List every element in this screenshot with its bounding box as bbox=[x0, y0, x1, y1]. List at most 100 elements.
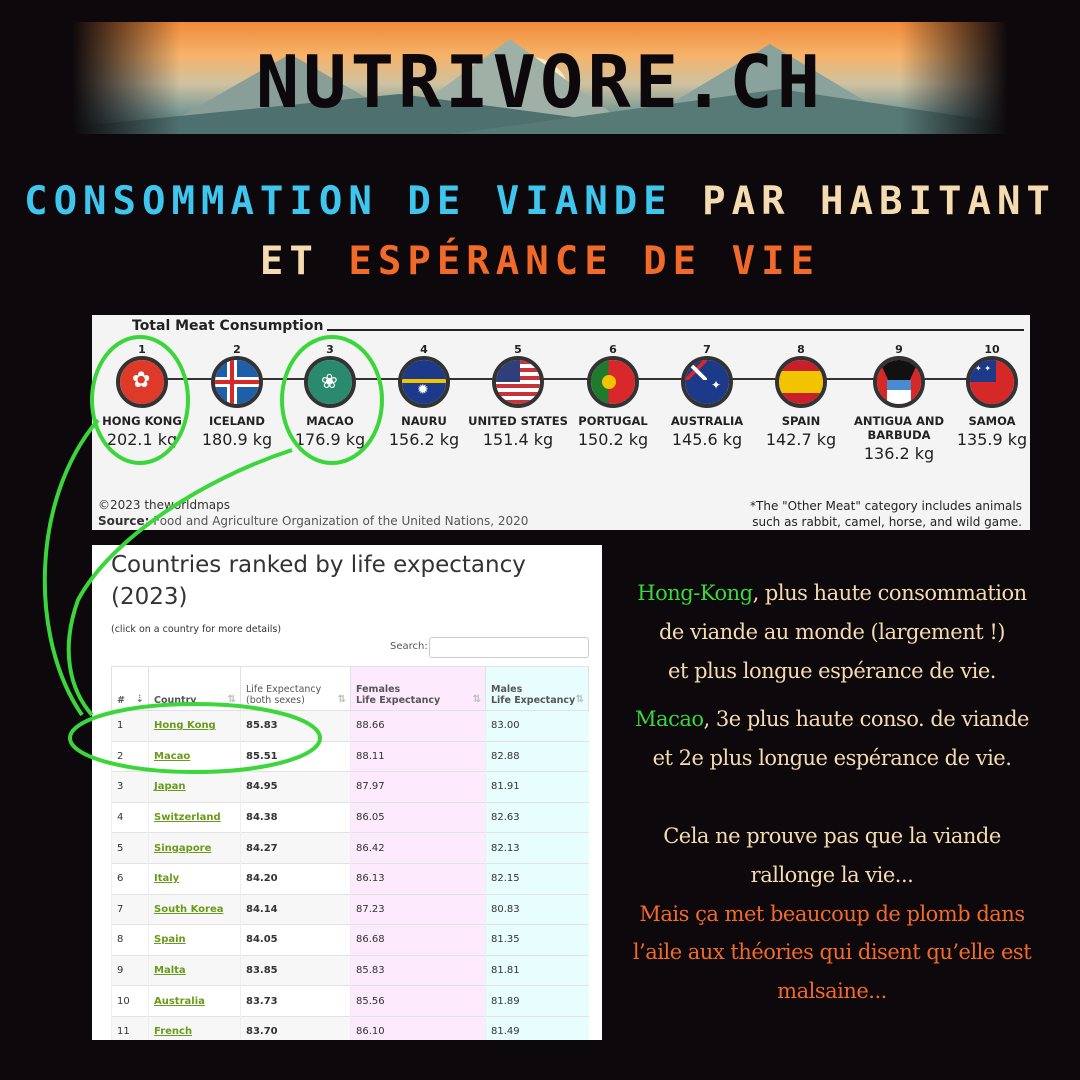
country-link[interactable]: Spain bbox=[154, 934, 186, 945]
col-country[interactable]: Country ⇅ bbox=[148, 666, 241, 711]
text: , 3e plus haute conso. de viande bbox=[703, 707, 1030, 732]
male-cell: 83.00 bbox=[485, 710, 589, 742]
both-cell: 83.70 bbox=[240, 1015, 351, 1040]
female-cell: 86.10 bbox=[350, 1015, 486, 1040]
table-row[interactable]: 8 Spain 84.05 86.68 81.35 bbox=[111, 924, 589, 956]
table-row[interactable]: 4 Switzerland 84.38 86.05 82.63 bbox=[111, 801, 589, 833]
table-row[interactable]: 2 Macao 85.51 88.11 82.88 bbox=[111, 740, 589, 772]
male-cell: 81.81 bbox=[485, 954, 589, 986]
meat-item: 4 ✹ NAURU 156.2 kg bbox=[374, 343, 474, 449]
female-cell: 87.97 bbox=[350, 771, 486, 803]
hint: (click on a country for more details) bbox=[111, 624, 282, 635]
highlight: Hong-Kong bbox=[637, 581, 753, 605]
female-cell: 88.11 bbox=[350, 740, 486, 772]
table-row[interactable]: 3 Japan 84.95 87.97 81.91 bbox=[111, 771, 589, 803]
rank: 7 bbox=[703, 343, 711, 356]
both-cell: 84.05 bbox=[240, 924, 351, 956]
col-rank[interactable]: # ⇣ bbox=[111, 666, 149, 711]
country-cell: Hong Kong bbox=[148, 710, 241, 742]
iceland-flag-icon bbox=[211, 356, 263, 408]
meat-value: 150.2 kg bbox=[577, 430, 649, 449]
male-cell: 81.89 bbox=[485, 985, 589, 1017]
rank: 8 bbox=[797, 343, 805, 356]
col-both[interactable]: Life Expectancy (both sexes) ⇅ bbox=[240, 666, 351, 711]
table-row[interactable]: 10 Australia 83.73 85.56 81.89 bbox=[111, 985, 589, 1017]
rank-cell: 5 bbox=[111, 832, 149, 864]
both-cell: 84.20 bbox=[240, 862, 351, 895]
note-line: such as rabbit, camel, horse, and wild g… bbox=[752, 515, 1022, 529]
meat-item: 6 PORTUGAL 150.2 kg bbox=[563, 343, 663, 449]
meat-value: 176.9 kg bbox=[294, 430, 366, 449]
nauru-flag-icon: ✹ bbox=[398, 356, 450, 408]
logo: NUTRIVORE.CH bbox=[255, 40, 825, 124]
country-link[interactable]: Australia bbox=[154, 996, 205, 1007]
text: et plus longue espérance de vie. bbox=[668, 658, 996, 683]
both-cell: 84.27 bbox=[240, 832, 351, 864]
table-row[interactable]: 9 Malta 83.85 85.83 81.81 bbox=[111, 954, 589, 986]
hong-kong-flag-icon: ✿ bbox=[116, 356, 168, 408]
life-table: # ⇣ Country ⇅ Life Expectancy (both sexes) ⇅… bbox=[111, 666, 589, 1040]
rank-cell: 9 bbox=[111, 954, 149, 986]
meat-title: Total Meat Consumption bbox=[132, 318, 324, 334]
country-cell: French bbox=[148, 1015, 241, 1040]
country-cell: Malta bbox=[148, 954, 241, 986]
female-cell: 86.68 bbox=[350, 924, 486, 956]
meat-value: 145.6 kg bbox=[671, 430, 743, 449]
country-link[interactable]: Japan bbox=[154, 781, 186, 792]
col-males[interactable]: Males Life Expectancy ⇅ bbox=[485, 666, 589, 711]
meat-value: 142.7 kg bbox=[765, 430, 837, 449]
rank-cell: 8 bbox=[111, 924, 149, 956]
text: , plus haute consommation bbox=[752, 581, 1028, 605]
country-name: NAURU bbox=[401, 414, 447, 428]
country-link[interactable]: Macao bbox=[154, 751, 190, 762]
search-input[interactable] bbox=[429, 637, 589, 658]
text: de viande au monde (largement !) bbox=[658, 619, 1006, 644]
rank-cell: 10 bbox=[111, 985, 149, 1017]
country-link[interactable]: South Korea bbox=[154, 904, 223, 915]
country-name: ANTIGUA AND BARBUDA bbox=[853, 414, 945, 442]
col-females[interactable]: Females Life Expectancy ⇅ bbox=[350, 666, 486, 711]
rank: 5 bbox=[514, 343, 522, 356]
male-cell: 82.88 bbox=[485, 740, 589, 772]
text: et 2e plus longue espérance de vie. bbox=[652, 746, 1012, 771]
meat-value: 135.9 kg bbox=[956, 430, 1028, 449]
text: malsaine... bbox=[777, 979, 887, 1004]
rank: 4 bbox=[420, 343, 428, 356]
table-row[interactable]: 6 Italy 84.20 86.13 82.15 bbox=[111, 862, 589, 895]
title-part: ESPÉRANCE DE VIE bbox=[348, 239, 821, 284]
table-row[interactable]: 11 French 83.70 86.10 81.49 bbox=[111, 1015, 589, 1040]
country-link[interactable]: French bbox=[154, 1026, 192, 1037]
macao-flag-icon: ❀ bbox=[304, 356, 356, 408]
country-link[interactable]: Italy bbox=[154, 873, 179, 884]
rank-cell: 2 bbox=[111, 740, 149, 772]
country-name: AUSTRALIA bbox=[670, 414, 744, 428]
female-cell: 87.23 bbox=[350, 893, 486, 925]
table-title: Countries ranked by life expectancy (202… bbox=[111, 552, 526, 610]
highlight: Macao bbox=[635, 707, 704, 732]
meat-item: 9 ANTIGUA AND BARBUDA 136.2 kg bbox=[844, 343, 954, 463]
country-link[interactable]: Switzerland bbox=[154, 812, 221, 823]
country-cell: Macao bbox=[148, 740, 241, 772]
copyright: ©2023 theworldmaps bbox=[98, 498, 230, 512]
table-row[interactable]: 5 Singapore 84.27 86.42 82.13 bbox=[111, 832, 589, 864]
title-part: PAR HABITANT bbox=[702, 179, 1056, 224]
source: Source: Food and Agriculture Organizatio… bbox=[98, 514, 528, 528]
note-line: *The "Other Meat" category includes anim… bbox=[750, 499, 1022, 513]
country-name: ICELAND bbox=[209, 414, 265, 428]
search-label: Search: bbox=[390, 641, 428, 652]
meat-item: 10 ✦ ✦ SAMOA 135.9 kg bbox=[942, 343, 1042, 449]
table-row[interactable]: 7 South Korea 84.14 87.23 80.83 bbox=[111, 893, 589, 925]
header-banner: NUTRIVORE.CH bbox=[0, 22, 1080, 134]
table-row[interactable]: 1 Hong Kong 85.83 88.66 83.00 bbox=[111, 710, 589, 742]
country-link[interactable]: Malta bbox=[154, 965, 186, 976]
male-cell: 81.49 bbox=[485, 1015, 589, 1040]
meat-value: 151.4 kg bbox=[482, 430, 554, 449]
source-text: Food and Agriculture Organization of the… bbox=[153, 514, 529, 528]
country-link[interactable]: Singapore bbox=[154, 843, 211, 854]
male-cell: 82.13 bbox=[485, 832, 589, 864]
male-cell: 81.35 bbox=[485, 924, 589, 956]
usa-flag-icon bbox=[492, 356, 544, 408]
antigua-flag-icon bbox=[873, 356, 925, 408]
country-link[interactable]: Hong Kong bbox=[154, 720, 216, 731]
commentary: Hong-Kong, plus haute consommation de vi… bbox=[612, 574, 1052, 1011]
